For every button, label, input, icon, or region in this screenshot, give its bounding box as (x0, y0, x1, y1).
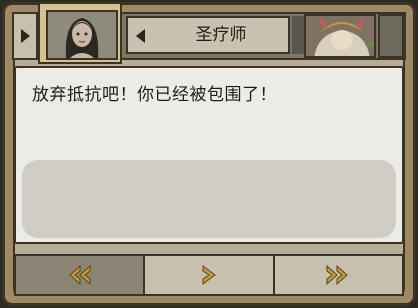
skip-button[interactable] (275, 256, 402, 294)
next-speaker-portrait[interactable] (304, 14, 376, 58)
speaker-portrait-frame (38, 2, 122, 64)
speaker-name: 圣疗师 (195, 25, 247, 45)
triangle-left-icon (136, 29, 145, 43)
dialogue-shade (22, 160, 396, 238)
speaker-portrait (46, 10, 118, 60)
rewind-button[interactable] (16, 256, 146, 294)
chevron-right-icon (202, 265, 216, 285)
header-right-cap (378, 14, 404, 58)
previous-speaker-button[interactable] (14, 14, 38, 58)
dialogue-controls (14, 254, 404, 296)
triangle-right-icon (21, 29, 30, 43)
dialogue-box[interactable]: 放弃抵抗吧！你已经被包围了！ (14, 66, 404, 244)
dialogue-text: 放弃抵抗吧！你已经被包围了！ (32, 85, 277, 105)
double-chevron-right-icon (326, 264, 349, 286)
double-chevron-left-icon (68, 264, 91, 286)
next-button[interactable] (145, 256, 275, 294)
next-speaker-divider (292, 16, 304, 54)
speaker-name-box: 圣疗师 (126, 16, 290, 54)
woman-portrait-icon (48, 12, 116, 58)
healer-portrait-icon (306, 16, 374, 56)
